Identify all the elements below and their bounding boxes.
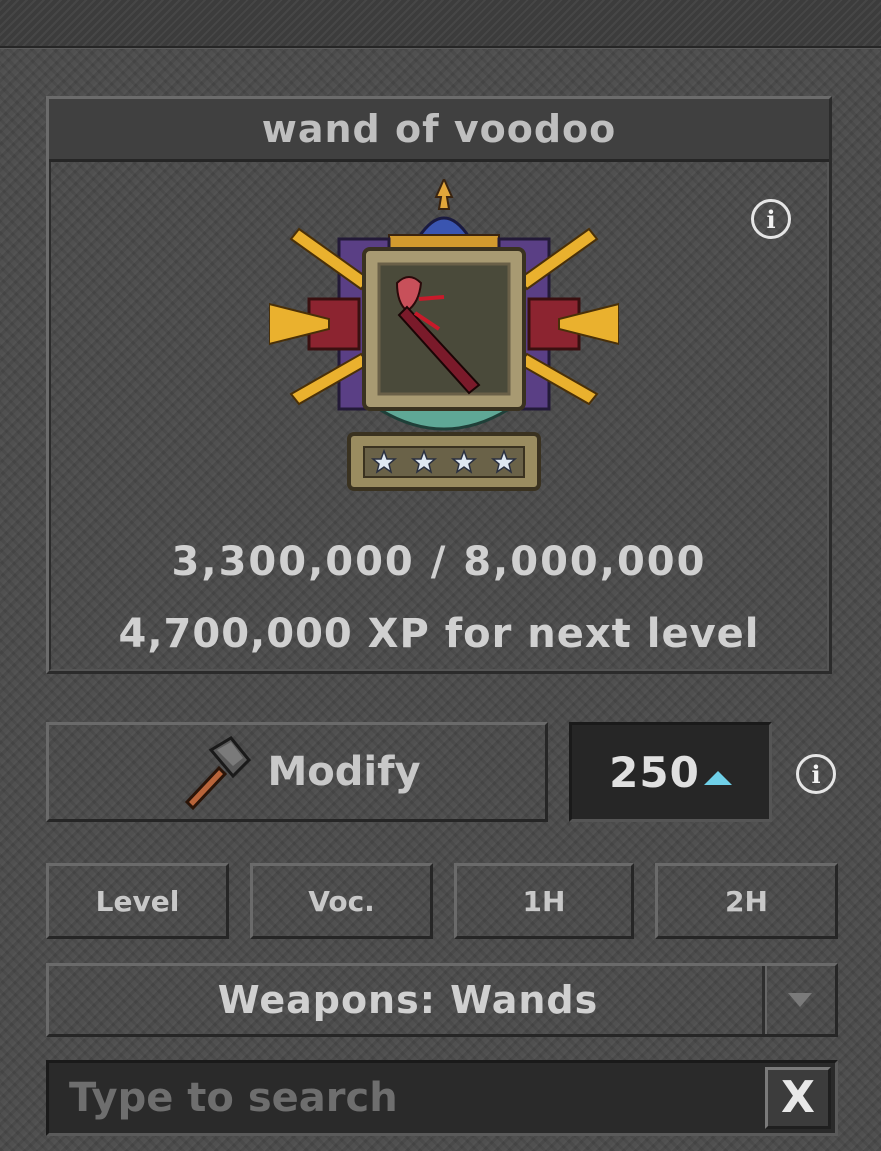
cost-display: 250	[569, 722, 772, 822]
info-icon[interactable]: i	[796, 754, 836, 794]
xp-progress-text: 3,300,000 / 8,000,000	[171, 539, 707, 585]
category-selected: Weapons: Wands	[217, 978, 599, 1022]
modify-label: Modify	[267, 749, 421, 795]
filter-two-hand-button[interactable]: 2H	[655, 863, 838, 939]
close-icon: X	[781, 1072, 815, 1123]
cost-value: 250	[609, 747, 700, 797]
dropdown-toggle[interactable]	[762, 966, 835, 1034]
modify-button[interactable]: Modify	[46, 722, 548, 822]
search-input[interactable]	[49, 1063, 761, 1133]
chevron-down-icon	[788, 993, 812, 1007]
category-dropdown[interactable]: Weapons: Wands	[46, 963, 838, 1037]
item-emblem-icon	[269, 179, 619, 491]
xp-next-level-text: 4,700,000 XP for next level	[118, 611, 760, 657]
info-icon[interactable]: i	[751, 199, 791, 239]
filter-one-hand-button[interactable]: 1H	[454, 863, 634, 939]
hammer-icon	[185, 736, 252, 811]
search-box: X	[46, 1060, 838, 1136]
clear-search-button[interactable]: X	[765, 1067, 831, 1129]
crystal-triangle-icon	[703, 771, 732, 785]
top-bar	[0, 0, 881, 48]
filter-vocation-button[interactable]: Voc.	[250, 863, 433, 939]
item-panel: wand of voodoo i 3,300,000 / 8,000,000 4…	[46, 96, 832, 674]
item-name: wand of voodoo	[49, 99, 829, 162]
filter-level-button[interactable]: Level	[46, 863, 229, 939]
